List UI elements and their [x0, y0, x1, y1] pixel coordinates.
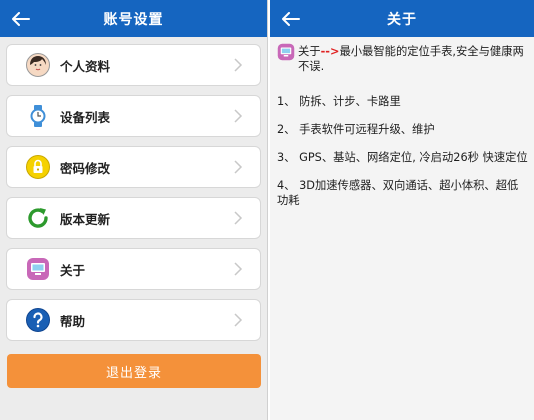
help-icon	[26, 308, 50, 332]
chevron-right-icon	[234, 58, 243, 72]
about-content: 关于-->最小最智能的定位手表,安全与健康两不误. 1、 防拆、计步、卡路里 2…	[270, 37, 534, 420]
chevron-right-icon	[234, 313, 243, 327]
monitor-icon	[277, 43, 295, 61]
page-title: 账号设置	[103, 11, 164, 28]
about-screen: 关于 关于-->最小最智能的定位手表,安全与健康两不误. 1、 防拆、计步、卡路…	[270, 0, 534, 420]
menu-item-version-update[interactable]: 版本更新	[6, 197, 261, 239]
screens: 账号设置 个人资料 设备列表 密码修改 版本更新 关于 帮助 退出登录 关于 关…	[0, 0, 534, 420]
intro-arrow: -->	[320, 45, 340, 58]
refresh-icon	[26, 206, 50, 230]
lock-icon	[26, 155, 50, 179]
back-arrow-icon[interactable]	[8, 6, 34, 32]
page-title: 关于	[387, 11, 417, 28]
chevron-right-icon	[234, 109, 243, 123]
settings-menu: 个人资料 设备列表 密码修改 版本更新 关于 帮助 退出登录	[0, 37, 267, 388]
menu-item-about[interactable]: 关于	[6, 248, 261, 290]
menu-item-profile[interactable]: 个人资料	[6, 44, 261, 86]
avatar-icon	[26, 53, 50, 77]
feature-point: 1、 防拆、计步、卡路里	[277, 95, 401, 108]
intro-prefix: 关于	[298, 45, 321, 58]
monitor-icon	[26, 257, 50, 281]
about-intro-text: 关于-->最小最智能的定位手表,安全与健康两不误.	[298, 44, 528, 74]
chevron-right-icon	[234, 211, 243, 225]
chevron-right-icon	[234, 160, 243, 174]
chevron-right-icon	[234, 262, 243, 276]
menu-item-change-password[interactable]: 密码修改	[6, 146, 261, 188]
account-settings-screen: 账号设置 个人资料 设备列表 密码修改 版本更新 关于 帮助 退出登录	[0, 0, 268, 420]
menu-item-label: 设备列表	[60, 109, 111, 125]
feature-point: 2、 手表软件可远程升级、维护	[277, 123, 435, 136]
menu-item-label: 密码修改	[60, 160, 111, 176]
watch-icon	[26, 104, 50, 128]
menu-item-label: 帮助	[60, 313, 86, 329]
menu-item-label: 个人资料	[60, 58, 111, 74]
menu-item-label: 版本更新	[60, 211, 111, 227]
account-appbar: 账号设置	[0, 0, 267, 37]
feature-point: 4、 3D加速传感器、双向通话、超小体积、超低功耗	[277, 179, 519, 207]
menu-item-help[interactable]: 帮助	[6, 299, 261, 341]
feature-point: 3、 GPS、基站、网络定位, 冷启动26秒 快速定位	[277, 151, 528, 164]
menu-item-device-list[interactable]: 设备列表	[6, 95, 261, 137]
about-appbar: 关于	[270, 0, 534, 37]
back-arrow-icon[interactable]	[278, 6, 304, 32]
about-intro: 关于-->最小最智能的定位手表,安全与健康两不误.	[277, 43, 528, 74]
menu-item-label: 关于	[60, 262, 86, 278]
logout-button[interactable]: 退出登录	[7, 354, 261, 388]
